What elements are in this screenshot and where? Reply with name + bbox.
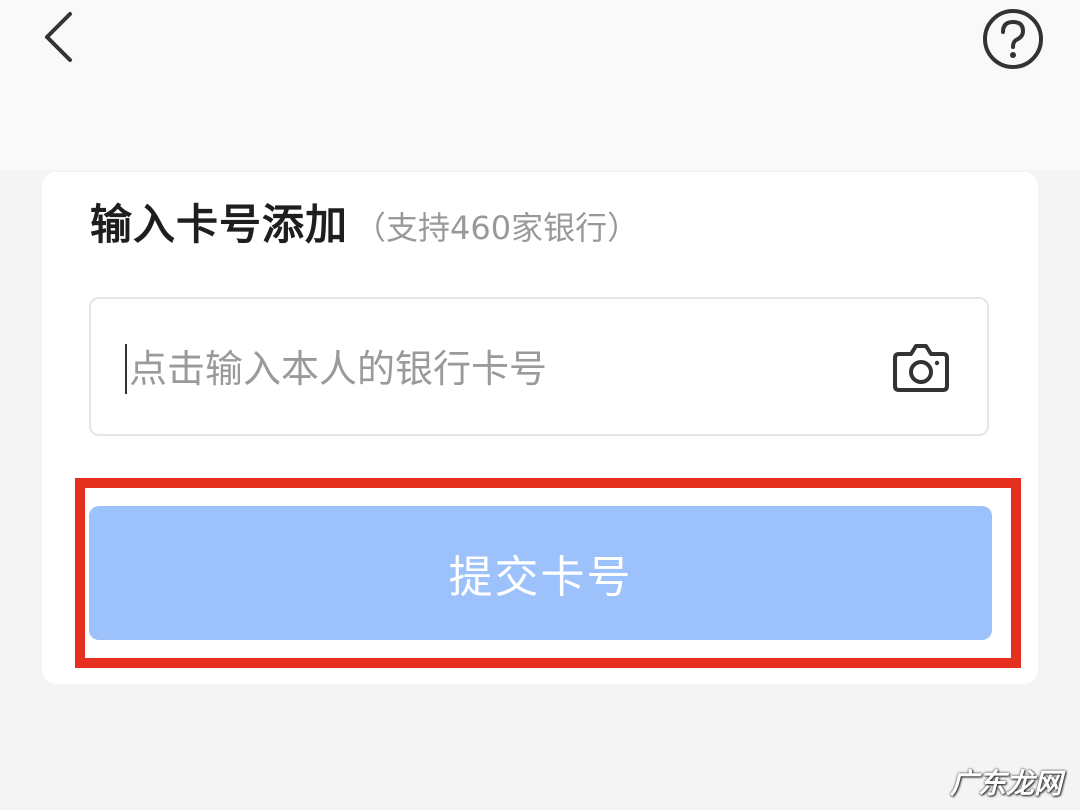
highlight-box [75, 478, 1021, 668]
card-number-placeholder: 点击输入本人的银行卡号 [129, 347, 548, 391]
watermark-text: 广东龙网 [950, 767, 1063, 800]
card-number-input[interactable]: 点击输入本人的银行卡号 [89, 297, 989, 436]
form-title: 输入卡号添加 [90, 200, 349, 249]
back-button[interactable] [30, 5, 90, 65]
top-nav-bar [0, 0, 1080, 170]
chevron-left-icon [45, 12, 72, 62]
help-button[interactable] [980, 6, 1046, 72]
scan-card-button[interactable] [889, 336, 953, 400]
text-caret [125, 344, 127, 394]
form-heading: 输入卡号添加 （支持460家银行） [90, 190, 639, 260]
camera-icon [893, 344, 949, 392]
form-subtitle: （支持460家银行） [354, 209, 640, 247]
question-circle-icon [983, 9, 1043, 69]
